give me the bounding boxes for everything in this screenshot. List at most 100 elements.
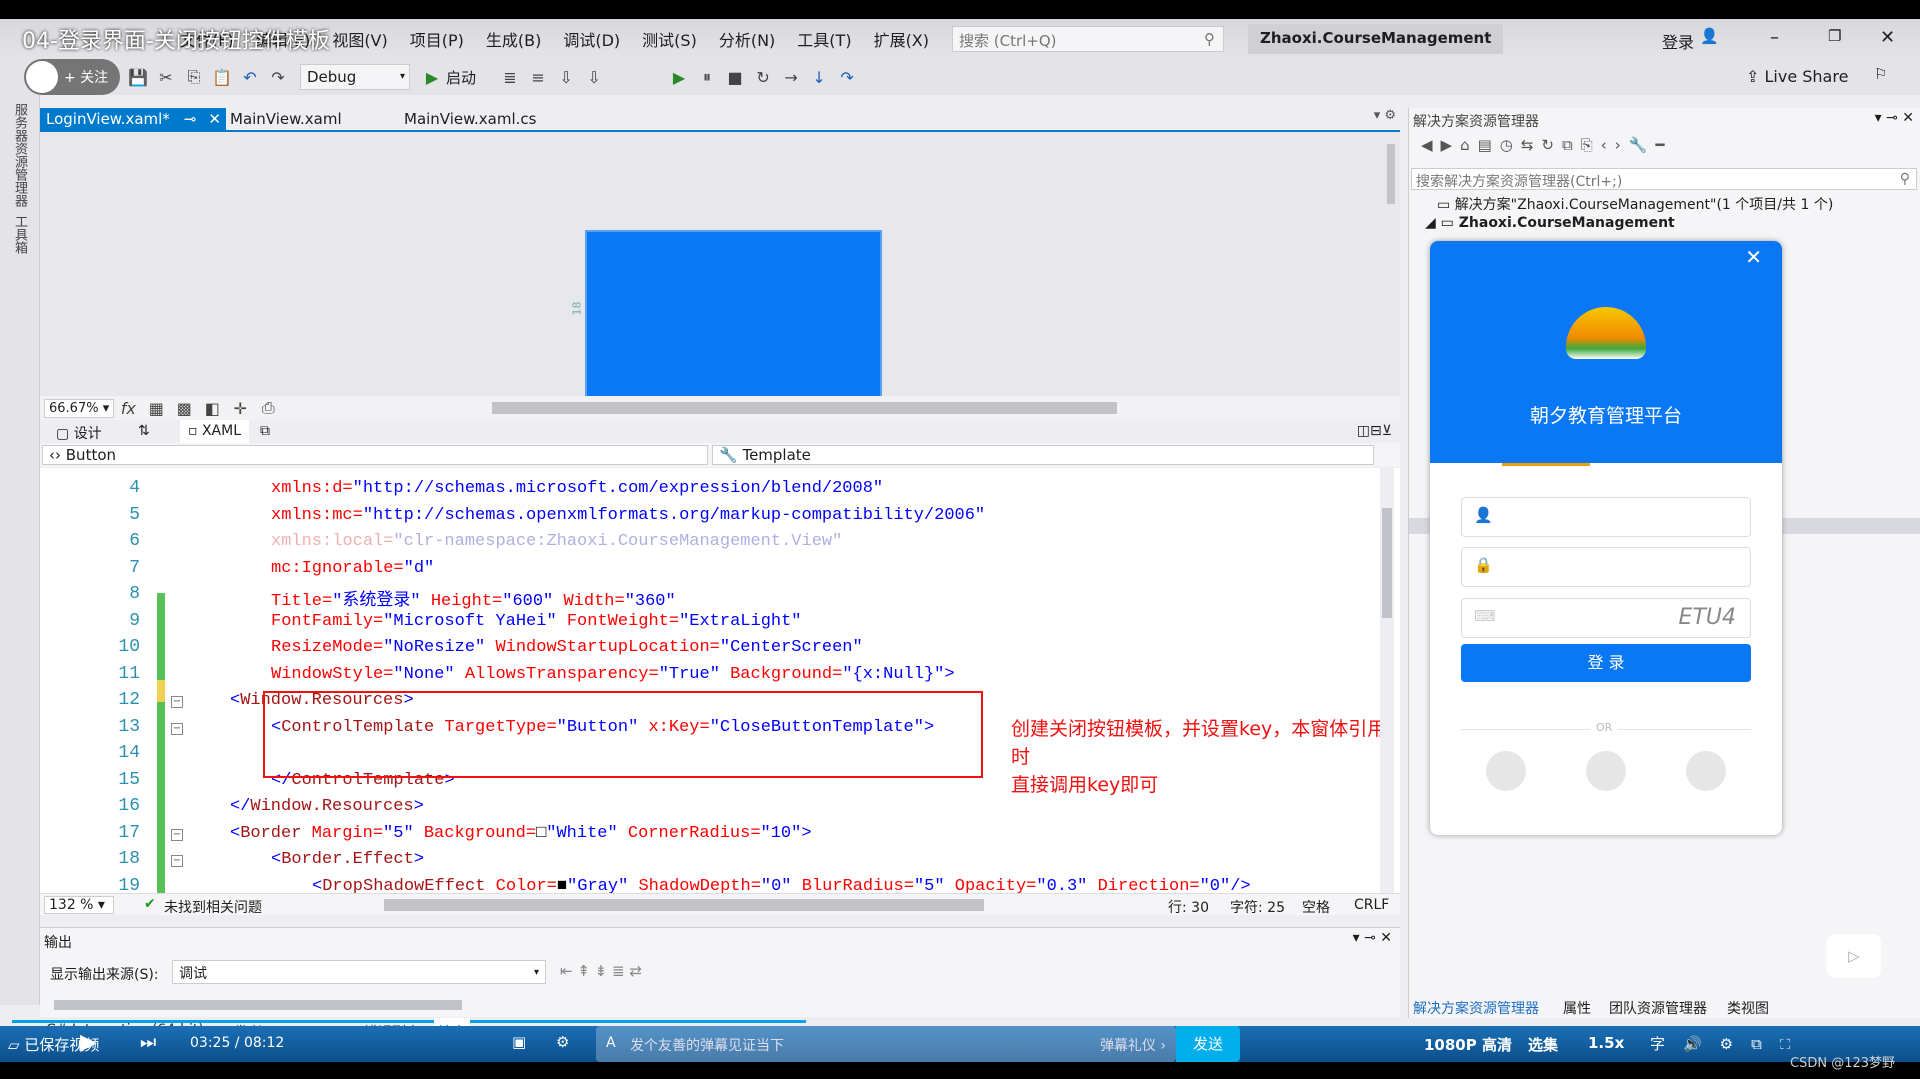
fold-toggle[interactable]: − [171,855,183,867]
wechat-login-icon[interactable] [1586,751,1626,791]
snap-grid-icon[interactable]: ▩ [173,399,195,418]
login-link[interactable]: 登录 [1662,29,1694,53]
minimize-button[interactable]: – [1770,27,1779,48]
issues-status[interactable]: 未找到相关问题 [164,897,262,917]
danmu-etiquette-link[interactable]: 弹幕礼仪 › [1100,1035,1166,1055]
restart-icon[interactable]: ↻ [752,68,774,87]
code-editor[interactable]: 4 xmlns:d="http://schemas.microsoft.com/e… [40,468,1400,893]
xaml-tab[interactable]: ▫ XAML [180,420,249,444]
paste-icon[interactable]: 📋 [211,68,233,87]
panel-controls[interactable]: ▾ ⊸ ✕ [1875,110,1914,126]
login-button[interactable]: 登 录 [1461,644,1751,682]
designer-zoom[interactable]: 66.67% ▾ [44,398,115,418]
player-right-icons[interactable]: 字🔊⚙⧉⛶ [1650,1033,1808,1054]
toolbox-tab[interactable]: 工具箱 [10,215,29,254]
snap-lines-icon[interactable]: ✛ [229,399,251,418]
output-hscroll[interactable] [54,1000,462,1010]
user-icon[interactable]: 👤 [1700,27,1719,45]
fold-toggle[interactable]: − [171,722,183,735]
menu-item[interactable]: 视图(V) [332,27,387,51]
menu-item[interactable]: 调试(D) [563,27,620,51]
output-source-dropdown[interactable]: 调试 ▾ [172,960,546,984]
pause-icon[interactable]: ⏸ [696,67,718,87]
tab-properties[interactable]: 属性 [1563,998,1591,1018]
captcha-image[interactable]: ETU4 [1679,605,1736,630]
live-share-button[interactable]: ⇪ Live Share [1746,67,1848,86]
restore-button[interactable]: ❐ [1828,27,1841,45]
selected-button-preview[interactable] [585,230,882,400]
play-overlay-icon[interactable]: ▷ [1827,934,1881,978]
settings-icon[interactable]: ▾ ⚙ [1374,108,1396,123]
feedback-icon[interactable]: ⚐ [1874,65,1887,83]
output-panel-controls[interactable]: ▾ ⊸ ✕ [1353,930,1392,946]
next-button[interactable]: ⏭ [140,1032,156,1053]
tab-class-view[interactable]: 类视图 [1727,998,1769,1018]
designer-hscroll[interactable] [492,402,1118,414]
cut-icon[interactable]: ✂ [155,68,177,87]
tab-solution-explorer[interactable]: 解决方案资源管理器 [1413,998,1539,1018]
step-into-icon[interactable]: ↓ [808,68,830,87]
password-input[interactable]: 🔒 [1461,547,1751,587]
design-tab[interactable]: ▢ 设计 [56,423,102,443]
format-icon[interactable]: ≡ [527,68,549,87]
speed-button[interactable]: 1.5x [1588,1034,1624,1052]
server-explorer-tab[interactable]: 服务器资源管理器 [10,103,29,207]
split-layout-icons[interactable]: ◫⊟⊻ [1357,423,1392,439]
menu-item[interactable]: 测试(S) [642,27,697,51]
search-input[interactable]: 搜索 (Ctrl+Q) ⚲ [952,26,1224,52]
danmu-settings-icon[interactable]: ⚙ [556,1033,569,1051]
redo-icon[interactable]: ↷ [267,68,289,87]
menu-item[interactable]: 项目(P) [410,27,464,51]
fold-toggle[interactable]: − [171,696,183,708]
artboard-icon[interactable]: ◧ [201,399,223,418]
run-icon[interactable]: ▶ [668,68,690,87]
copy-icon[interactable]: ⎘ [183,67,205,87]
danmu-style-icon[interactable]: A [606,1035,616,1051]
output-tool-icons[interactable]: ⇤ ⇞ ⇟ ≣ ⇄ [560,962,642,980]
menu-item[interactable]: 扩展(X) [874,27,929,51]
step-over-icon[interactable]: → [780,68,802,87]
solution-search-input[interactable]: 搜索解决方案资源管理器(Ctrl+;) ⚲ [1411,168,1917,190]
editor-hscroll[interactable] [384,899,984,911]
captcha-input[interactable]: ⌨ ETU4 [1461,598,1751,638]
close-window-button[interactable]: ✕ [1880,27,1895,48]
start-icon[interactable]: ▶ [421,68,443,87]
qq-login-icon[interactable] [1486,751,1526,791]
save-icon[interactable]: 💾 [127,68,149,87]
start-button[interactable]: 启动 [446,67,476,88]
tab-team-explorer[interactable]: 团队资源管理器 [1609,998,1707,1018]
danmu-toggle-icon[interactable]: ▣ [512,1033,526,1051]
formula-icon[interactable]: fx [117,399,139,418]
login-close-icon[interactable]: ✕ [1745,245,1762,269]
username-input[interactable]: 👤 [1461,497,1751,537]
close-tab-icon[interactable]: ✕ [208,110,221,128]
fold-toggle[interactable]: − [171,828,183,841]
editor-vscroll[interactable] [1380,468,1394,893]
property-dropdown[interactable]: 🔧 Template [712,445,1374,465]
project-code-icon[interactable]: ⎙ [257,398,279,418]
menu-item[interactable]: 生成(B) [486,27,541,51]
config-dropdown[interactable]: Debug ▾ [300,64,410,90]
publish-icon[interactable]: ⇩ [583,68,605,87]
element-dropdown[interactable]: ‹› Button [42,445,708,465]
undo-icon[interactable]: ↶ [239,68,261,87]
danmu-input[interactable]: A 发个友善的弹幕见证当下 弹幕礼仪 › [596,1026,1176,1062]
weibo-login-icon[interactable] [1686,751,1726,791]
grid-icon[interactable]: ▦ [145,399,167,418]
pin-icon[interactable]: ⊸ [184,110,197,128]
tab-mainview-cs[interactable]: MainView.xaml.cs [398,108,542,130]
designer-vscroll[interactable] [1385,132,1397,392]
deploy-icon[interactable]: ⇩ [555,68,577,87]
play-button[interactable]: ▶ [80,1030,97,1055]
send-danmu-button[interactable]: 发送 [1176,1026,1240,1062]
stop-icon[interactable]: ■ [724,68,746,87]
follow-button[interactable]: + 关注 [24,59,120,95]
solution-root[interactable]: ▭ 解决方案"Zhaoxi.CourseManagement"(1 个项目/共 … [1437,194,1833,214]
popout-icon[interactable]: ⧉ [260,423,270,439]
swap-panes-button[interactable]: ⇅ [138,423,150,439]
editor-zoom[interactable]: 132 % ▾ [44,896,114,914]
solution-toolbar-icons[interactable]: ◀▶⌂▤◷⇆↻⧉⎘‹›🔧━ [1421,136,1672,154]
episodes-button[interactable]: 选集 [1528,1034,1558,1055]
menu-item[interactable]: 工具(T) [797,27,851,51]
comment-icon[interactable]: ≣ [499,68,521,87]
